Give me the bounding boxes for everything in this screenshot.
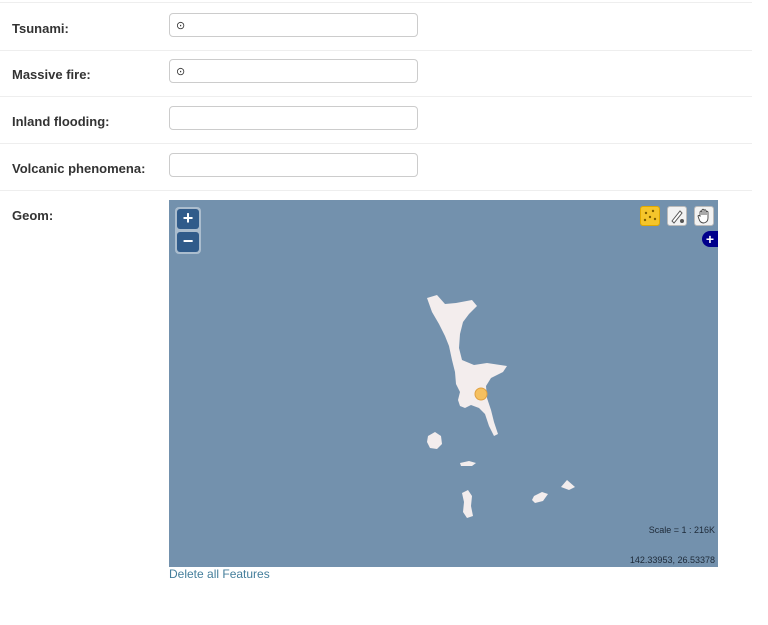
- point-tool-icon: [643, 209, 657, 222]
- geom-map[interactable]: + − + Scale = 1 : 216K 142.33953, 26.533…: [169, 200, 718, 567]
- pan-hand-icon: [697, 208, 709, 224]
- islet-center: [460, 461, 476, 466]
- pan-tool-button[interactable]: [694, 206, 714, 226]
- zoom-control: + −: [175, 207, 201, 254]
- tsunami-label: Tsunami:: [12, 21, 69, 36]
- volcanic-phenomena-label: Volcanic phenomena:: [12, 161, 146, 176]
- draw-tool-icon: [671, 210, 684, 224]
- volcanic-phenomena-row: Volcanic phenomena:: [0, 143, 752, 191]
- inland-flooding-input[interactable]: [169, 106, 418, 130]
- map-scale: Scale = 1 : 216K: [648, 525, 715, 535]
- tsunami-input[interactable]: [169, 13, 418, 37]
- zoom-in-button[interactable]: +: [177, 209, 199, 229]
- massive-fire-row: Massive fire:: [0, 50, 752, 97]
- point-tool-button[interactable]: [640, 206, 660, 226]
- volcanic-phenomena-input[interactable]: [169, 153, 418, 177]
- main-island: [427, 295, 507, 436]
- inland-flooding-label: Inland flooding:: [12, 114, 110, 129]
- inland-flooding-row: Inland flooding:: [0, 96, 752, 144]
- geom-label: Geom:: [12, 208, 54, 223]
- map-land-layer: [427, 295, 575, 518]
- massive-fire-label: Massive fire:: [12, 67, 91, 82]
- delete-all-features-link[interactable]: Delete all Features: [169, 567, 270, 581]
- tsunami-row: Tsunami:: [0, 3, 752, 51]
- mouse-coordinates: 142.33953, 26.53378: [629, 555, 715, 565]
- layer-switcher-button[interactable]: +: [702, 231, 718, 247]
- islet-west: [427, 432, 442, 449]
- feature-point-marker: [474, 387, 488, 401]
- massive-fire-input[interactable]: [169, 59, 418, 83]
- islet-south: [462, 490, 473, 518]
- zoom-out-button[interactable]: −: [177, 232, 199, 252]
- draw-tool-button[interactable]: [667, 206, 687, 226]
- islet-southeast: [532, 492, 548, 503]
- islet-east: [561, 480, 575, 490]
